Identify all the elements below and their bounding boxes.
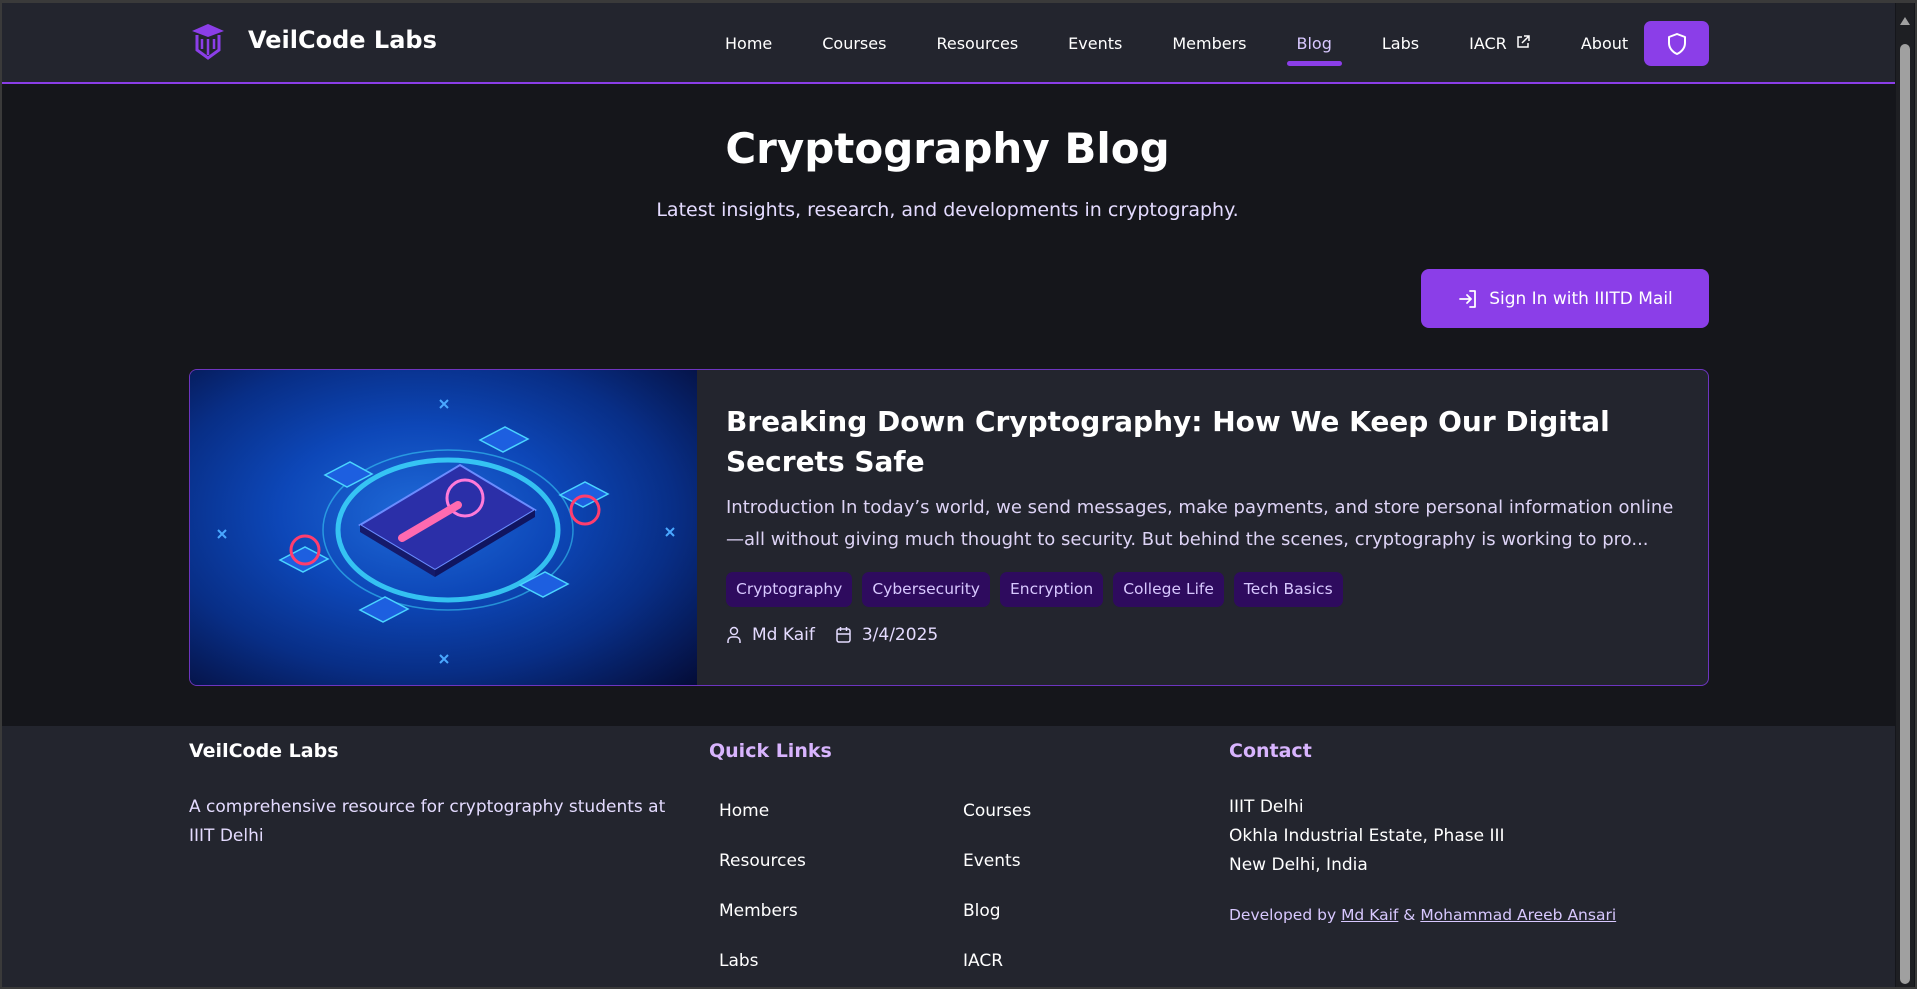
nav-members[interactable]: Members xyxy=(1147,0,1271,84)
footer-link-resources[interactable]: Resources xyxy=(719,851,806,871)
sign-in-button[interactable]: Sign In with IIITD Mail xyxy=(1421,269,1709,328)
tag[interactable]: Cryptography xyxy=(726,572,853,607)
top-navbar: VeilCode Labs Home Courses Resources Eve… xyxy=(0,0,1895,84)
footer xyxy=(0,726,1895,989)
post-title[interactable]: Breaking Down Cryptography: How We Keep … xyxy=(726,402,1686,482)
footer-quick-links-title: Quick Links xyxy=(709,740,832,762)
nav-about[interactable]: About xyxy=(1556,0,1653,84)
footer-link-home[interactable]: Home xyxy=(719,801,769,821)
footer-link-events[interactable]: Events xyxy=(963,851,1021,871)
contact-line: IIIT Delhi xyxy=(1229,797,1304,817)
nav-events[interactable]: Events xyxy=(1043,0,1147,84)
nav-home[interactable]: Home xyxy=(700,0,797,84)
nav-resources[interactable]: Resources xyxy=(911,0,1043,84)
logo-icon[interactable] xyxy=(189,22,227,62)
contact-line: New Delhi, India xyxy=(1229,855,1368,875)
nav-links: Home Courses Resources Events Members Bl… xyxy=(700,0,1653,84)
scrollbar-thumb[interactable] xyxy=(1900,44,1910,984)
brand-name[interactable]: VeilCode Labs xyxy=(248,26,437,54)
footer-contact-title: Contact xyxy=(1229,740,1312,762)
contact-line: Okhla Industrial Estate, Phase III xyxy=(1229,826,1505,846)
footer-about-text: A comprehensive resource for cryptograph… xyxy=(189,797,666,846)
developed-by-label: Developed by xyxy=(1229,906,1337,924)
post-author: Md Kaif xyxy=(752,625,815,645)
post-tags: Cryptography Cybersecurity Encryption Co… xyxy=(726,572,1343,607)
sign-in-label: Sign In with IIITD Mail xyxy=(1489,288,1673,309)
nav-iacr[interactable]: IACR xyxy=(1444,0,1556,84)
post-excerpt: Introduction In today’s world, we send m… xyxy=(726,497,1674,550)
tag[interactable]: Encryption xyxy=(999,572,1104,607)
ampersand: & xyxy=(1403,906,1416,924)
footer-link-blog[interactable]: Blog xyxy=(963,901,1001,921)
cyber-security-illustration xyxy=(217,399,675,664)
blog-post-card[interactable]: Breaking Down Cryptography: How We Keep … xyxy=(189,369,1709,686)
developer-credits: Developed by Md Kaif & Mohammad Areeb An… xyxy=(1229,901,1616,930)
post-cover-image xyxy=(190,370,697,685)
nav-labs[interactable]: Labs xyxy=(1357,0,1444,84)
footer-link-labs[interactable]: Labs xyxy=(719,951,759,971)
nav-blog[interactable]: Blog xyxy=(1272,0,1357,84)
nav-courses[interactable]: Courses xyxy=(797,0,911,84)
calendar-icon xyxy=(836,627,851,643)
footer-about-title: VeilCode Labs xyxy=(189,740,339,762)
developer-link-areeb[interactable]: Mohammad Areeb Ansari xyxy=(1420,906,1616,924)
shield-icon xyxy=(1667,32,1686,55)
nav-iacr-label: IACR xyxy=(1469,34,1507,53)
user-icon xyxy=(727,626,741,643)
footer-link-courses[interactable]: Courses xyxy=(963,801,1031,821)
scrollbar[interactable] xyxy=(1896,0,1914,989)
tag[interactable]: Cybersecurity xyxy=(862,572,990,607)
footer-link-members[interactable]: Members xyxy=(719,901,798,921)
post-date: 3/4/2025 xyxy=(861,625,939,645)
developer-link-md-kaif[interactable]: Md Kaif xyxy=(1341,906,1398,924)
external-link-icon xyxy=(1517,35,1530,48)
page-subtitle: Latest insights, research, and developme… xyxy=(656,199,1239,221)
scroll-up-arrow-icon[interactable] xyxy=(1900,17,1910,25)
tag[interactable]: Tech Basics xyxy=(1233,572,1343,607)
footer-link-iacr[interactable]: IACR xyxy=(963,951,1003,971)
tag[interactable]: College Life xyxy=(1113,572,1224,607)
admin-shield-button[interactable] xyxy=(1644,21,1709,66)
post-meta: Md Kaif 3/4/2025 xyxy=(726,625,938,645)
contact-address: IIIT Delhi Okhla Industrial Estate, Phas… xyxy=(1229,793,1505,880)
login-icon xyxy=(1459,289,1477,308)
page-title: Cryptography Blog xyxy=(725,124,1170,173)
